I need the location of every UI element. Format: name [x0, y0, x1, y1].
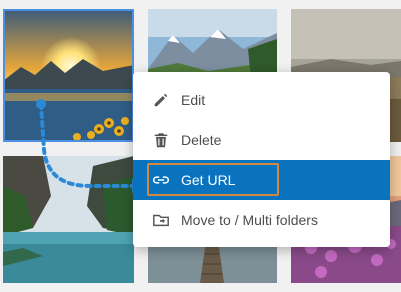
menu-item-edit[interactable]: Edit: [133, 80, 390, 120]
menu-item-delete[interactable]: Delete: [133, 120, 390, 160]
image-tile-canyon-lake[interactable]: [3, 156, 134, 283]
pencil-icon: [151, 90, 171, 110]
menu-item-label: Edit: [181, 92, 206, 108]
canyon-lake-photo: [3, 156, 134, 283]
menu-item-move-to-folders[interactable]: Move to / Multi folders: [133, 200, 390, 240]
link-icon: [151, 170, 171, 190]
context-menu: Edit Delete Get URL Move to / Multi fold…: [133, 72, 390, 247]
menu-item-label: Get URL: [181, 172, 236, 188]
sunset-lake-photo: [3, 9, 134, 142]
image-tile-sunset-lake[interactable]: [3, 9, 134, 142]
menu-item-label: Delete: [181, 132, 222, 148]
folder-move-icon: [151, 210, 171, 230]
menu-item-label: Move to / Multi folders: [181, 212, 318, 228]
menu-item-get-url[interactable]: Get URL: [133, 160, 390, 200]
trash-icon: [151, 130, 171, 150]
